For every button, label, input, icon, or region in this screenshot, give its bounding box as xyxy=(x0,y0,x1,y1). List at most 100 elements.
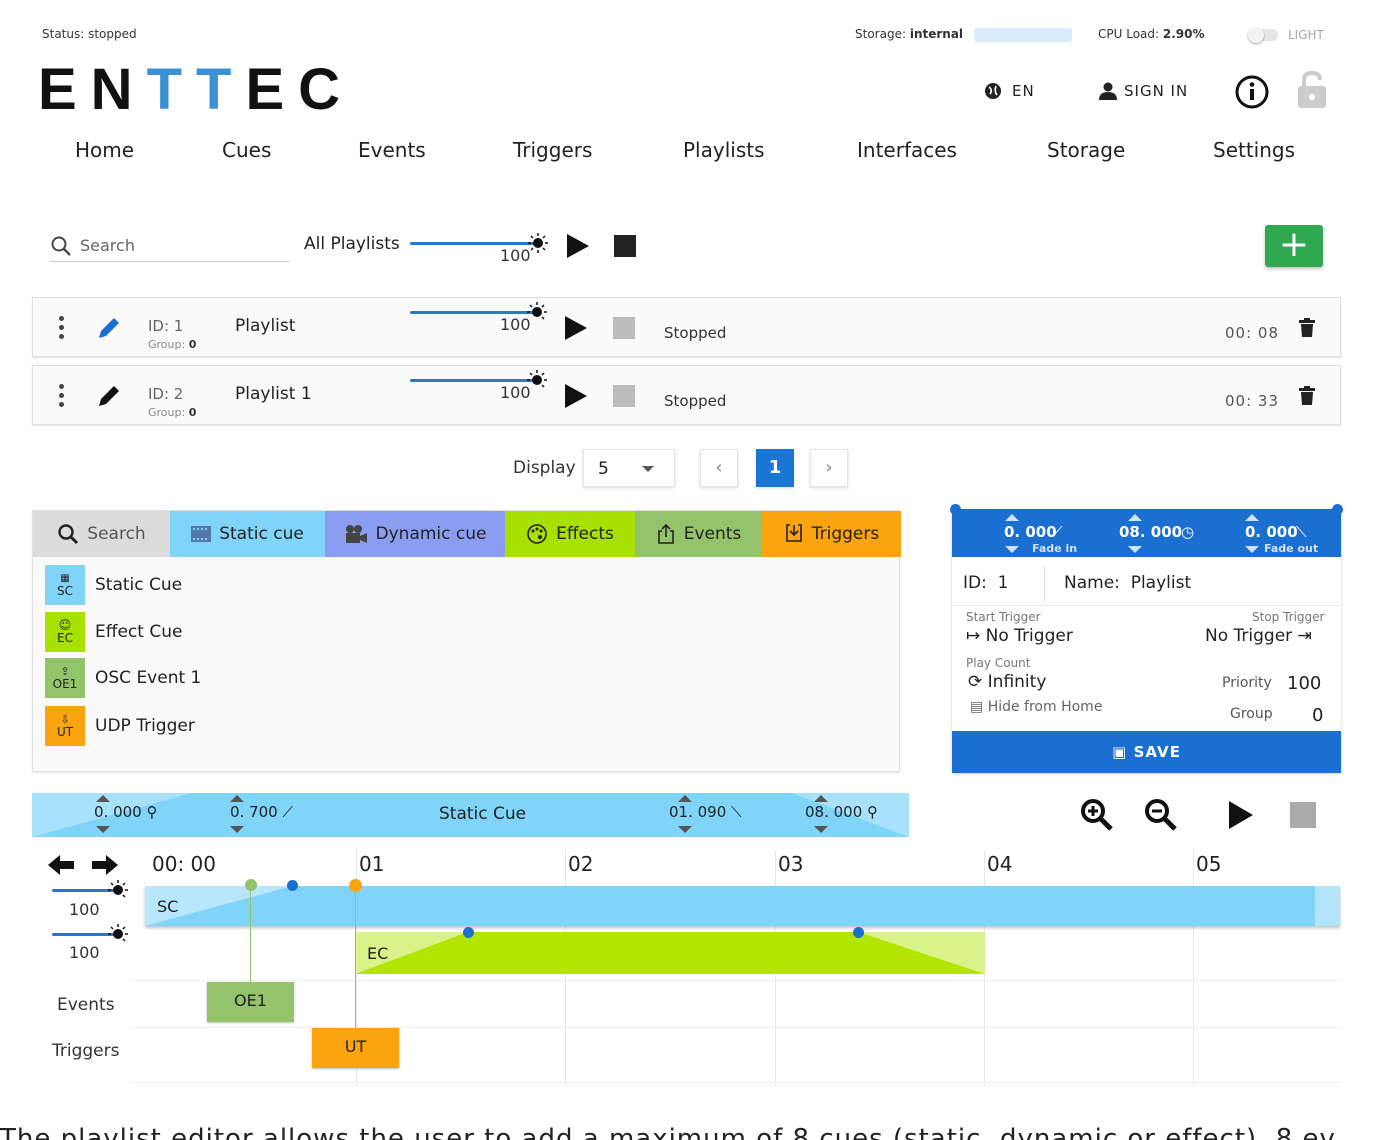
group-input[interactable]: 0 xyxy=(1312,705,1323,726)
timeline-static-cue-bar[interactable]: SC xyxy=(145,886,1340,926)
display-label: Display xyxy=(513,458,576,478)
nav-cues[interactable]: Cues xyxy=(222,138,271,162)
playlist-row[interactable]: ID: 2 Group: 0 Playlist 1 100 Stopped 00… xyxy=(32,365,1341,425)
trash-icon[interactable] xyxy=(1299,386,1315,406)
stop-trigger-select[interactable]: No Trigger ⇥ xyxy=(1205,626,1312,646)
cue-fade-out[interactable]: 01. 090 ⟍ xyxy=(669,803,742,821)
play-count-select[interactable]: ⟳ Infinity xyxy=(968,672,1046,692)
enttec-logo[interactable]: ENTTEC xyxy=(38,56,354,123)
decrement-icon[interactable] xyxy=(1005,546,1019,553)
library-item-udp-trigger[interactable]: ⇩ UT UDP Trigger xyxy=(45,706,195,746)
prev-page-button[interactable]: ‹ xyxy=(700,449,738,487)
trash-icon[interactable] xyxy=(1299,318,1315,338)
timeline-effect-cue-bar[interactable]: EC xyxy=(355,932,985,974)
tab-static-cue[interactable]: Static cue xyxy=(170,511,325,557)
decrement-icon[interactable] xyxy=(1128,546,1142,553)
info-icon[interactable] xyxy=(1234,74,1270,110)
sign-in-button[interactable]: SIGN IN xyxy=(1098,82,1188,100)
timeline-stop-button[interactable] xyxy=(1290,802,1316,828)
arrow-left-icon[interactable] xyxy=(46,852,76,878)
page-size-select[interactable]: 5 xyxy=(583,449,675,487)
tab-dynamic-cue[interactable]: Dynamic cue xyxy=(325,511,505,557)
effect-cue-chip: ☺ EC xyxy=(45,612,85,652)
library-item-osc-event[interactable]: ⇪ OE1 OSC Event 1 xyxy=(45,658,201,698)
play-button[interactable] xyxy=(565,384,587,408)
page-button[interactable]: 1 xyxy=(756,449,794,487)
fade-out-value[interactable]: 0. 000 xyxy=(1245,523,1298,541)
nav-interfaces[interactable]: Interfaces xyxy=(857,138,957,162)
nav-home[interactable]: Home xyxy=(75,138,134,162)
nav-settings[interactable]: Settings xyxy=(1213,138,1295,162)
nav-events[interactable]: Events xyxy=(358,138,426,162)
stop-button[interactable] xyxy=(613,317,635,339)
playlist-level-slider[interactable]: 100 xyxy=(410,302,550,334)
increment-icon[interactable] xyxy=(230,795,244,802)
timeline-trigger-block[interactable]: UT xyxy=(312,1028,399,1068)
nav-storage[interactable]: Storage xyxy=(1047,138,1125,162)
playlist-search-input[interactable]: Search xyxy=(50,230,290,262)
stop-button[interactable] xyxy=(613,385,635,407)
cue-fade-out-delay[interactable]: 08. 000 ⚲ xyxy=(805,803,878,821)
decrement-icon[interactable] xyxy=(678,826,692,833)
save-button[interactable]: ▣ SAVE xyxy=(952,731,1341,773)
tab-triggers[interactable]: Triggers xyxy=(762,511,901,557)
hide-from-home-checkbox[interactable]: ▤ Hide from Home xyxy=(970,699,1102,715)
increment-icon[interactable] xyxy=(1245,514,1259,521)
playlist-level-slider[interactable]: 100 xyxy=(410,370,550,402)
library-item-effect-cue[interactable]: ☺ EC Effect Cue xyxy=(45,612,182,652)
fade-in-value[interactable]: 0. 000 xyxy=(1004,523,1057,541)
increment-icon[interactable] xyxy=(814,795,828,802)
stop-trigger-label: Stop Trigger xyxy=(1252,610,1325,624)
handle-dot[interactable] xyxy=(950,504,961,515)
event-handle-dot[interactable] xyxy=(245,879,257,891)
edit-pencil-icon[interactable] xyxy=(95,382,123,410)
increment-icon[interactable] xyxy=(1128,514,1142,521)
increment-icon[interactable] xyxy=(96,795,110,802)
increment-icon[interactable] xyxy=(1005,514,1019,521)
play-button[interactable] xyxy=(565,316,587,340)
decrement-icon[interactable] xyxy=(814,826,828,833)
arrow-right-icon[interactable] xyxy=(90,852,120,878)
trigger-handle-dot[interactable] xyxy=(349,879,362,892)
tab-effects[interactable]: Effects xyxy=(505,511,635,557)
playlist-row[interactable]: ID: 1 Group: 0 Playlist 100 Stopped 00: … xyxy=(32,297,1341,357)
layer-level-slider[interactable]: 100 xyxy=(52,924,132,962)
theme-toggle[interactable] xyxy=(1248,27,1278,43)
zoom-in-icon[interactable] xyxy=(1080,798,1114,832)
stop-all-button[interactable] xyxy=(614,235,636,257)
more-options-icon[interactable] xyxy=(59,384,65,411)
nav-triggers[interactable]: Triggers xyxy=(513,138,592,162)
priority-input[interactable]: 100 xyxy=(1287,673,1321,694)
detail-name[interactable]: Name: Playlist xyxy=(1064,573,1191,593)
language-selector[interactable]: EN xyxy=(984,82,1035,100)
more-options-icon[interactable] xyxy=(59,316,65,343)
next-page-button[interactable]: › xyxy=(810,449,848,487)
decrement-icon[interactable] xyxy=(96,826,110,833)
cue-name: Static Cue xyxy=(439,804,527,824)
cue-fade-in[interactable]: 0. 700 ⟋ xyxy=(230,803,293,821)
play-all-button[interactable] xyxy=(567,234,589,258)
decrement-icon[interactable] xyxy=(1245,546,1259,553)
start-trigger-select[interactable]: ↦ No Trigger xyxy=(966,626,1073,646)
cue-fade-in-delay[interactable]: 0. 000 ⚲ xyxy=(94,803,157,821)
library-search-input[interactable]: Search xyxy=(33,511,170,557)
edit-pencil-icon[interactable] xyxy=(95,314,123,342)
fade-handle-dot[interactable] xyxy=(287,880,298,891)
fade-handle-dot[interactable] xyxy=(853,927,864,938)
library-item-static-cue[interactable]: ▦ SC Static Cue xyxy=(45,565,182,605)
lock-icon[interactable] xyxy=(1296,70,1328,110)
duration-value[interactable]: 08. 000 xyxy=(1119,523,1182,541)
timeline-play-button[interactable] xyxy=(1229,801,1253,829)
timeline-event-block[interactable]: OE1 xyxy=(207,982,294,1022)
nav-playlists[interactable]: Playlists xyxy=(683,138,765,162)
layer-level-slider[interactable]: 100 xyxy=(52,880,132,919)
handle-dot[interactable] xyxy=(1332,504,1343,515)
decrement-icon[interactable] xyxy=(230,826,244,833)
zoom-out-icon[interactable] xyxy=(1144,798,1178,832)
increment-icon[interactable] xyxy=(678,795,692,802)
fade-handle-dot[interactable] xyxy=(463,927,474,938)
time-tick: 03 xyxy=(778,852,804,876)
all-playlists-level-slider[interactable]: 100 xyxy=(410,233,550,265)
add-playlist-button[interactable]: + xyxy=(1265,225,1323,267)
tab-events[interactable]: Events xyxy=(635,511,762,557)
